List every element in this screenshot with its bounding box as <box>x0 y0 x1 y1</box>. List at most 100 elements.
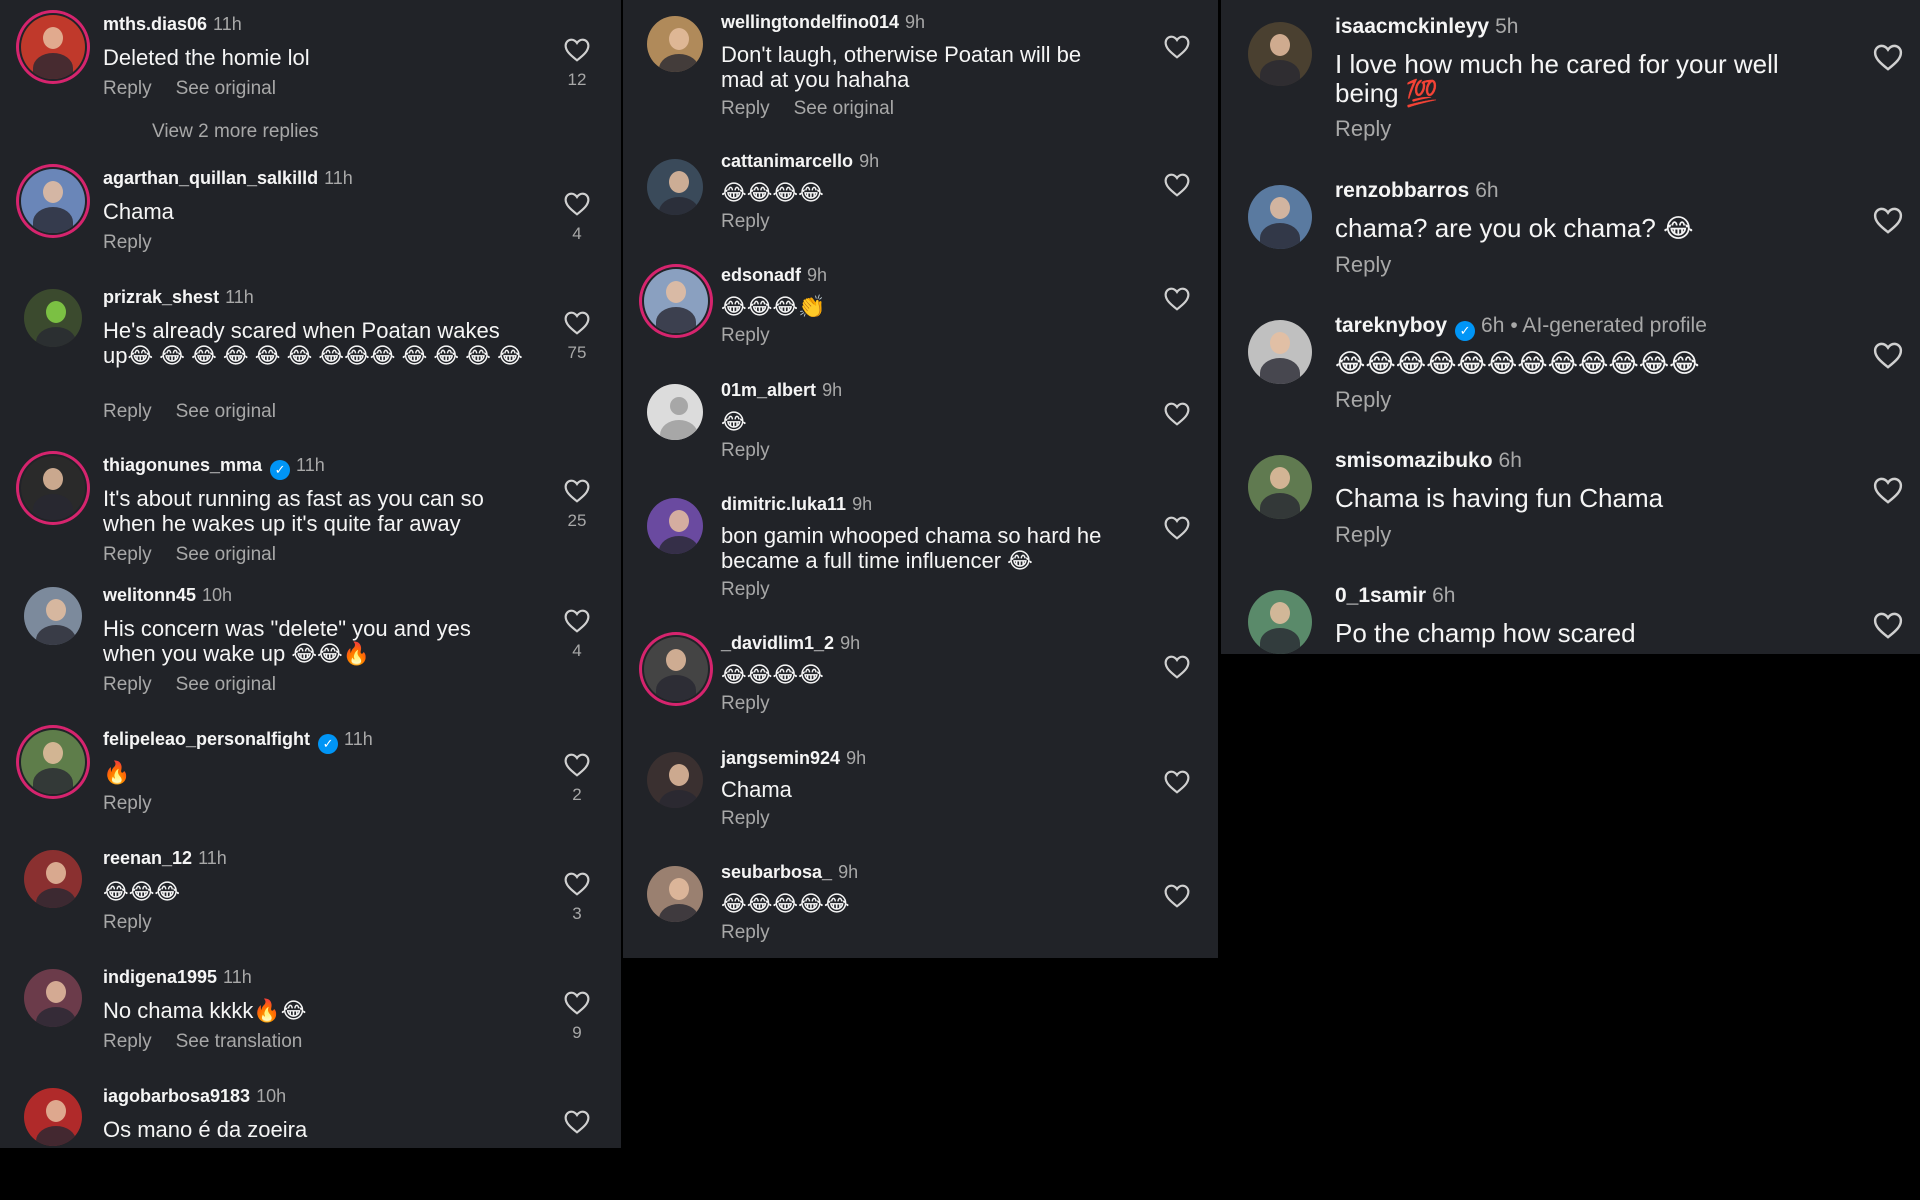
comment-username[interactable]: mths.dias06 <box>103 14 207 34</box>
comment-username[interactable]: agarthan_quillan_salkilld <box>103 168 318 188</box>
comment-username[interactable]: 01m_albert <box>721 380 816 400</box>
see-original-button[interactable]: See original <box>794 98 894 119</box>
like-button[interactable] <box>1160 516 1194 540</box>
comment-username[interactable]: smisomazibuko <box>1335 449 1493 472</box>
reply-button[interactable]: Reply <box>103 912 152 933</box>
reply-button[interactable]: Reply <box>721 325 770 346</box>
comments-panel-right: isaacmckinleyy 5h I love how much he care… <box>1221 0 1920 654</box>
comment-username[interactable]: seubarbosa_ <box>721 862 832 882</box>
comment-username[interactable]: indigena1995 <box>103 967 217 987</box>
heart-icon <box>1164 884 1190 908</box>
avatar[interactable] <box>24 587 82 645</box>
reply-button[interactable]: Reply <box>721 98 770 119</box>
like-button[interactable] <box>560 1110 594 1134</box>
reply-button[interactable]: Reply <box>721 579 770 600</box>
like-button[interactable] <box>1871 44 1905 71</box>
like-button[interactable]: 25 <box>560 479 594 531</box>
reply-button[interactable]: Reply <box>1335 387 1391 412</box>
comment-item: tareknyboy ✓ 6h • AI-generated profile 😂😂😂😂… <box>1221 305 1920 435</box>
avatar[interactable] <box>1248 22 1312 86</box>
comment-username[interactable]: iagobarbosa9183 <box>103 1086 250 1106</box>
like-button[interactable]: 12 <box>560 38 594 90</box>
comment-username[interactable]: cattanimarcello <box>721 151 853 171</box>
avatar[interactable] <box>647 498 703 554</box>
like-button[interactable] <box>1871 342 1905 369</box>
comment-username[interactable]: jangsemin924 <box>721 748 840 768</box>
avatar[interactable] <box>1248 455 1312 519</box>
heart-icon <box>1164 402 1190 426</box>
like-button[interactable] <box>1871 207 1905 234</box>
avatar[interactable] <box>21 730 85 794</box>
avatar[interactable] <box>24 850 82 908</box>
like-button[interactable] <box>1160 770 1194 794</box>
view-more-replies-button[interactable]: View 2 more replies <box>152 121 319 143</box>
reply-button[interactable]: Reply <box>103 401 152 422</box>
comment-username[interactable]: isaacmckinleyy <box>1335 15 1489 38</box>
like-button[interactable] <box>1160 35 1194 59</box>
like-button[interactable]: 4 <box>560 192 594 244</box>
comment-username[interactable]: welitonn45 <box>103 585 196 605</box>
avatar[interactable] <box>1248 590 1312 654</box>
like-button[interactable] <box>1160 655 1194 679</box>
like-button[interactable] <box>1160 402 1194 426</box>
reply-button[interactable]: Reply <box>721 440 770 461</box>
reply-button[interactable]: Reply <box>103 78 152 99</box>
reply-button[interactable]: Reply <box>721 211 770 232</box>
see-original-button[interactable]: See original <box>176 78 276 99</box>
avatar[interactable] <box>647 16 703 72</box>
like-button[interactable]: 3 <box>560 872 594 924</box>
see-original-button[interactable]: See original <box>176 674 276 695</box>
reply-button[interactable]: Reply <box>721 693 770 714</box>
like-button[interactable]: 75 <box>560 311 594 363</box>
reply-button[interactable]: Reply <box>103 674 152 695</box>
comment-username[interactable]: dimitric.luka11 <box>721 494 846 514</box>
comment-username[interactable]: tareknyboy <box>1335 314 1447 337</box>
like-button[interactable]: 4 <box>560 609 594 661</box>
default-avatar-icon[interactable] <box>647 384 703 440</box>
reply-button[interactable]: Reply <box>1335 252 1391 277</box>
avatar[interactable] <box>21 456 85 520</box>
reply-button[interactable]: Reply <box>103 793 152 814</box>
reply-button[interactable]: Reply <box>103 544 152 565</box>
comment-username[interactable]: felipeleao_personalfight <box>103 729 310 749</box>
avatar[interactable] <box>644 269 708 333</box>
avatar[interactable] <box>21 15 85 79</box>
comment-username[interactable]: renzobbarros <box>1335 179 1469 202</box>
avatar[interactable] <box>1248 185 1312 249</box>
comment-username[interactable]: prizrak_shest <box>103 287 219 307</box>
comment-text: Deleted the homie lol <box>103 45 310 70</box>
avatar[interactable] <box>644 637 708 701</box>
avatar[interactable] <box>647 752 703 808</box>
comment-username[interactable]: _davidlim1_2 <box>721 633 834 653</box>
see-original-button[interactable]: See original <box>176 401 276 422</box>
avatar[interactable] <box>24 1088 82 1146</box>
reply-button[interactable]: Reply <box>103 232 152 253</box>
comment-username[interactable]: thiagonunes_mma <box>103 455 262 475</box>
comment-username[interactable]: wellingtondelfino014 <box>721 12 899 32</box>
like-button[interactable] <box>1871 612 1905 639</box>
avatar[interactable] <box>647 866 703 922</box>
like-button[interactable] <box>1160 173 1194 197</box>
see-translation-button[interactable]: See translation <box>176 1031 303 1052</box>
comment-username[interactable]: edsonadf <box>721 265 801 285</box>
like-button[interactable] <box>1871 477 1905 504</box>
avatar[interactable] <box>21 169 85 233</box>
like-button[interactable] <box>1160 287 1194 311</box>
comment-username[interactable]: reenan_12 <box>103 848 192 868</box>
avatar[interactable] <box>1248 320 1312 384</box>
like-button[interactable]: 2 <box>560 753 594 805</box>
avatar[interactable] <box>647 159 703 215</box>
reply-button[interactable]: Reply <box>103 1031 152 1052</box>
avatar[interactable] <box>24 289 82 347</box>
reply-button[interactable]: Reply <box>721 808 770 829</box>
like-button[interactable] <box>1160 884 1194 908</box>
see-original-button[interactable]: See original <box>176 544 276 565</box>
like-button[interactable]: 9 <box>560 991 594 1043</box>
avatar[interactable] <box>24 969 82 1027</box>
heart-icon <box>564 311 590 335</box>
avatar-body-shape <box>1260 60 1300 86</box>
comment-username[interactable]: 0_1samir <box>1335 584 1426 607</box>
reply-button[interactable]: Reply <box>1335 116 1391 141</box>
reply-button[interactable]: Reply <box>721 922 770 943</box>
reply-button[interactable]: Reply <box>1335 522 1391 547</box>
